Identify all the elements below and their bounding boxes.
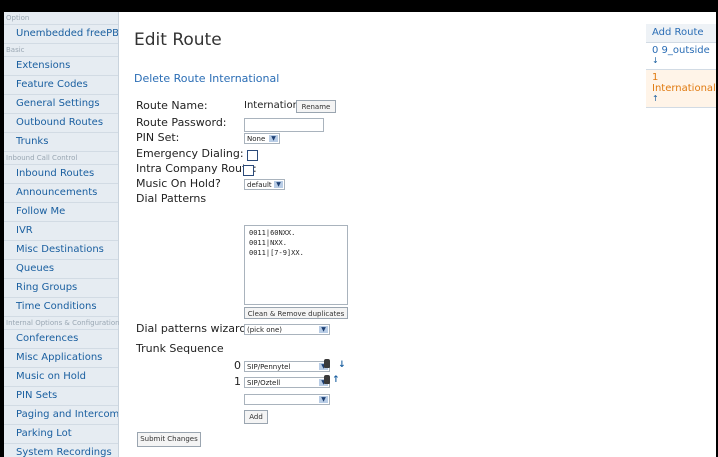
chevron-down-icon: ▼ <box>274 181 283 188</box>
sidebar-item-pin-sets[interactable]: PIN Sets <box>4 387 118 406</box>
sidebar-item-paging-intercom[interactable]: Paging and Intercom <box>4 406 118 425</box>
dial-pattern-line: 0011|60NXX. <box>249 229 296 237</box>
pin-set-value: None <box>247 135 266 143</box>
move-up-arrow-icon[interactable]: ↑ <box>652 94 716 103</box>
route-list-panel: Add Route 0 9_outside ↓ 1 International … <box>646 24 716 108</box>
route-name-label: Route Name: <box>136 99 208 112</box>
route-password-input[interactable] <box>244 118 324 132</box>
move-down-arrow-icon[interactable]: ↓ <box>338 361 346 370</box>
sidebar-item-feature-codes[interactable]: Feature Codes <box>4 76 118 95</box>
sidebar-item-extensions[interactable]: Extensions <box>4 57 118 76</box>
intra-company-checkbox[interactable] <box>243 165 254 176</box>
dial-pattern-line: 0011|[7-9]XX. <box>249 249 304 257</box>
dial-wizards-label: Dial patterns wizards: <box>136 322 256 335</box>
sidebar-item-general-settings[interactable]: General Settings <box>4 95 118 114</box>
sidebar-item-misc-applications[interactable]: Misc Applications <box>4 349 118 368</box>
sidebar-heading-internal: Internal Options & Configuration <box>4 317 120 330</box>
route-password-label: Route Password: <box>136 116 227 129</box>
sidebar-item-misc-destinations[interactable]: Misc Destinations <box>4 241 118 260</box>
trunk-value-0: SIP/Pennytel <box>247 363 291 371</box>
submit-changes-button[interactable]: Submit Changes <box>137 432 201 447</box>
route-list-label: 0 9_outside <box>652 45 710 56</box>
sidebar-heading-inbound: Inbound Call Control <box>4 152 118 165</box>
sidebar-item-ring-groups[interactable]: Ring Groups <box>4 279 118 298</box>
music-on-hold-select[interactable]: default ▼ <box>244 179 285 190</box>
move-down-arrow-icon[interactable]: ↓ <box>652 56 716 65</box>
sidebar-item-parking-lot[interactable]: Parking Lot <box>4 425 118 444</box>
sidebar-item-inbound-routes[interactable]: Inbound Routes <box>4 165 118 184</box>
database-icon[interactable] <box>324 375 330 384</box>
dial-patterns-textarea[interactable]: 0011|60NXX. 0011|NXX. 0011|[7-9]XX. <box>244 225 348 305</box>
intra-company-label: Intra Company Route: <box>136 162 257 175</box>
sidebar-item-time-conditions[interactable]: Time Conditions <box>4 298 118 317</box>
main-content: Edit Route Delete Route International Ro… <box>134 12 634 457</box>
sidebar-item-conferences[interactable]: Conferences <box>4 330 118 349</box>
dial-patterns-label: Dial Patterns <box>136 192 207 205</box>
emergency-dialing-label: Emergency Dialing: <box>136 147 244 160</box>
add-route-link[interactable]: Add Route <box>646 24 716 43</box>
move-up-arrow-icon[interactable]: ↑ <box>332 376 340 385</box>
delete-route-link[interactable]: Delete Route International <box>134 72 279 85</box>
database-icon[interactable] <box>324 359 330 368</box>
sidebar-item-unembedded-freepbx[interactable]: Unembedded freePBX <box>4 25 118 44</box>
chevron-down-icon: ▼ <box>269 135 278 142</box>
sidebar-item-announcements[interactable]: Announcements <box>4 184 118 203</box>
pin-set-label: PIN Set: <box>136 131 180 144</box>
dial-wizards-select[interactable]: (pick one) ▼ <box>244 324 330 335</box>
sidebar-nav: Option Unembedded freePBX Basic Extensio… <box>4 12 120 457</box>
music-on-hold-value: default <box>247 181 272 189</box>
rename-button[interactable]: Rename <box>296 100 336 113</box>
route-list-item-active[interactable]: 1 International ↑ <box>646 70 716 108</box>
trunk-select-new[interactable]: ▼ <box>244 394 330 405</box>
sidebar-item-queues[interactable]: Queues <box>4 260 118 279</box>
chevron-down-icon: ▼ <box>319 326 328 333</box>
sidebar-item-ivr[interactable]: IVR <box>4 222 118 241</box>
dial-pattern-line: 0011|NXX. <box>249 239 287 247</box>
pin-set-select[interactable]: None ▼ <box>244 133 280 144</box>
clean-remove-duplicates-button[interactable]: Clean & Remove duplicates <box>244 307 348 319</box>
trunk-sequence-label: Trunk Sequence <box>136 342 224 355</box>
route-list-item[interactable]: 0 9_outside ↓ <box>646 43 716 70</box>
sidebar-item-system-recordings[interactable]: System Recordings <box>4 444 118 457</box>
add-trunk-button[interactable]: Add <box>244 410 268 424</box>
sidebar-item-music-on-hold[interactable]: Music on Hold <box>4 368 118 387</box>
trunk-index-1: 1 <box>234 375 241 388</box>
music-on-hold-label: Music On Hold? <box>136 177 221 190</box>
emergency-dialing-checkbox[interactable] <box>247 150 258 161</box>
page-title: Edit Route <box>134 30 222 50</box>
dial-wizards-value: (pick one) <box>247 326 283 334</box>
sidebar-heading-basic: Basic <box>4 44 118 57</box>
app-frame: Option Unembedded freePBX Basic Extensio… <box>4 12 716 457</box>
trunk-select-1[interactable]: SIP/Oztell▼ <box>244 377 330 388</box>
trunk-index-0: 0 <box>234 359 241 372</box>
sidebar-item-outbound-routes[interactable]: Outbound Routes <box>4 114 118 133</box>
trunk-select-0[interactable]: SIP/Pennytel▼ <box>244 361 330 372</box>
route-list-label: 1 International <box>652 72 716 94</box>
sidebar-item-trunks[interactable]: Trunks <box>4 133 118 152</box>
trunk-value-1: SIP/Oztell <box>247 379 281 387</box>
sidebar-heading-option: Option <box>4 12 118 25</box>
chevron-down-icon: ▼ <box>319 396 328 403</box>
sidebar-item-follow-me[interactable]: Follow Me <box>4 203 118 222</box>
